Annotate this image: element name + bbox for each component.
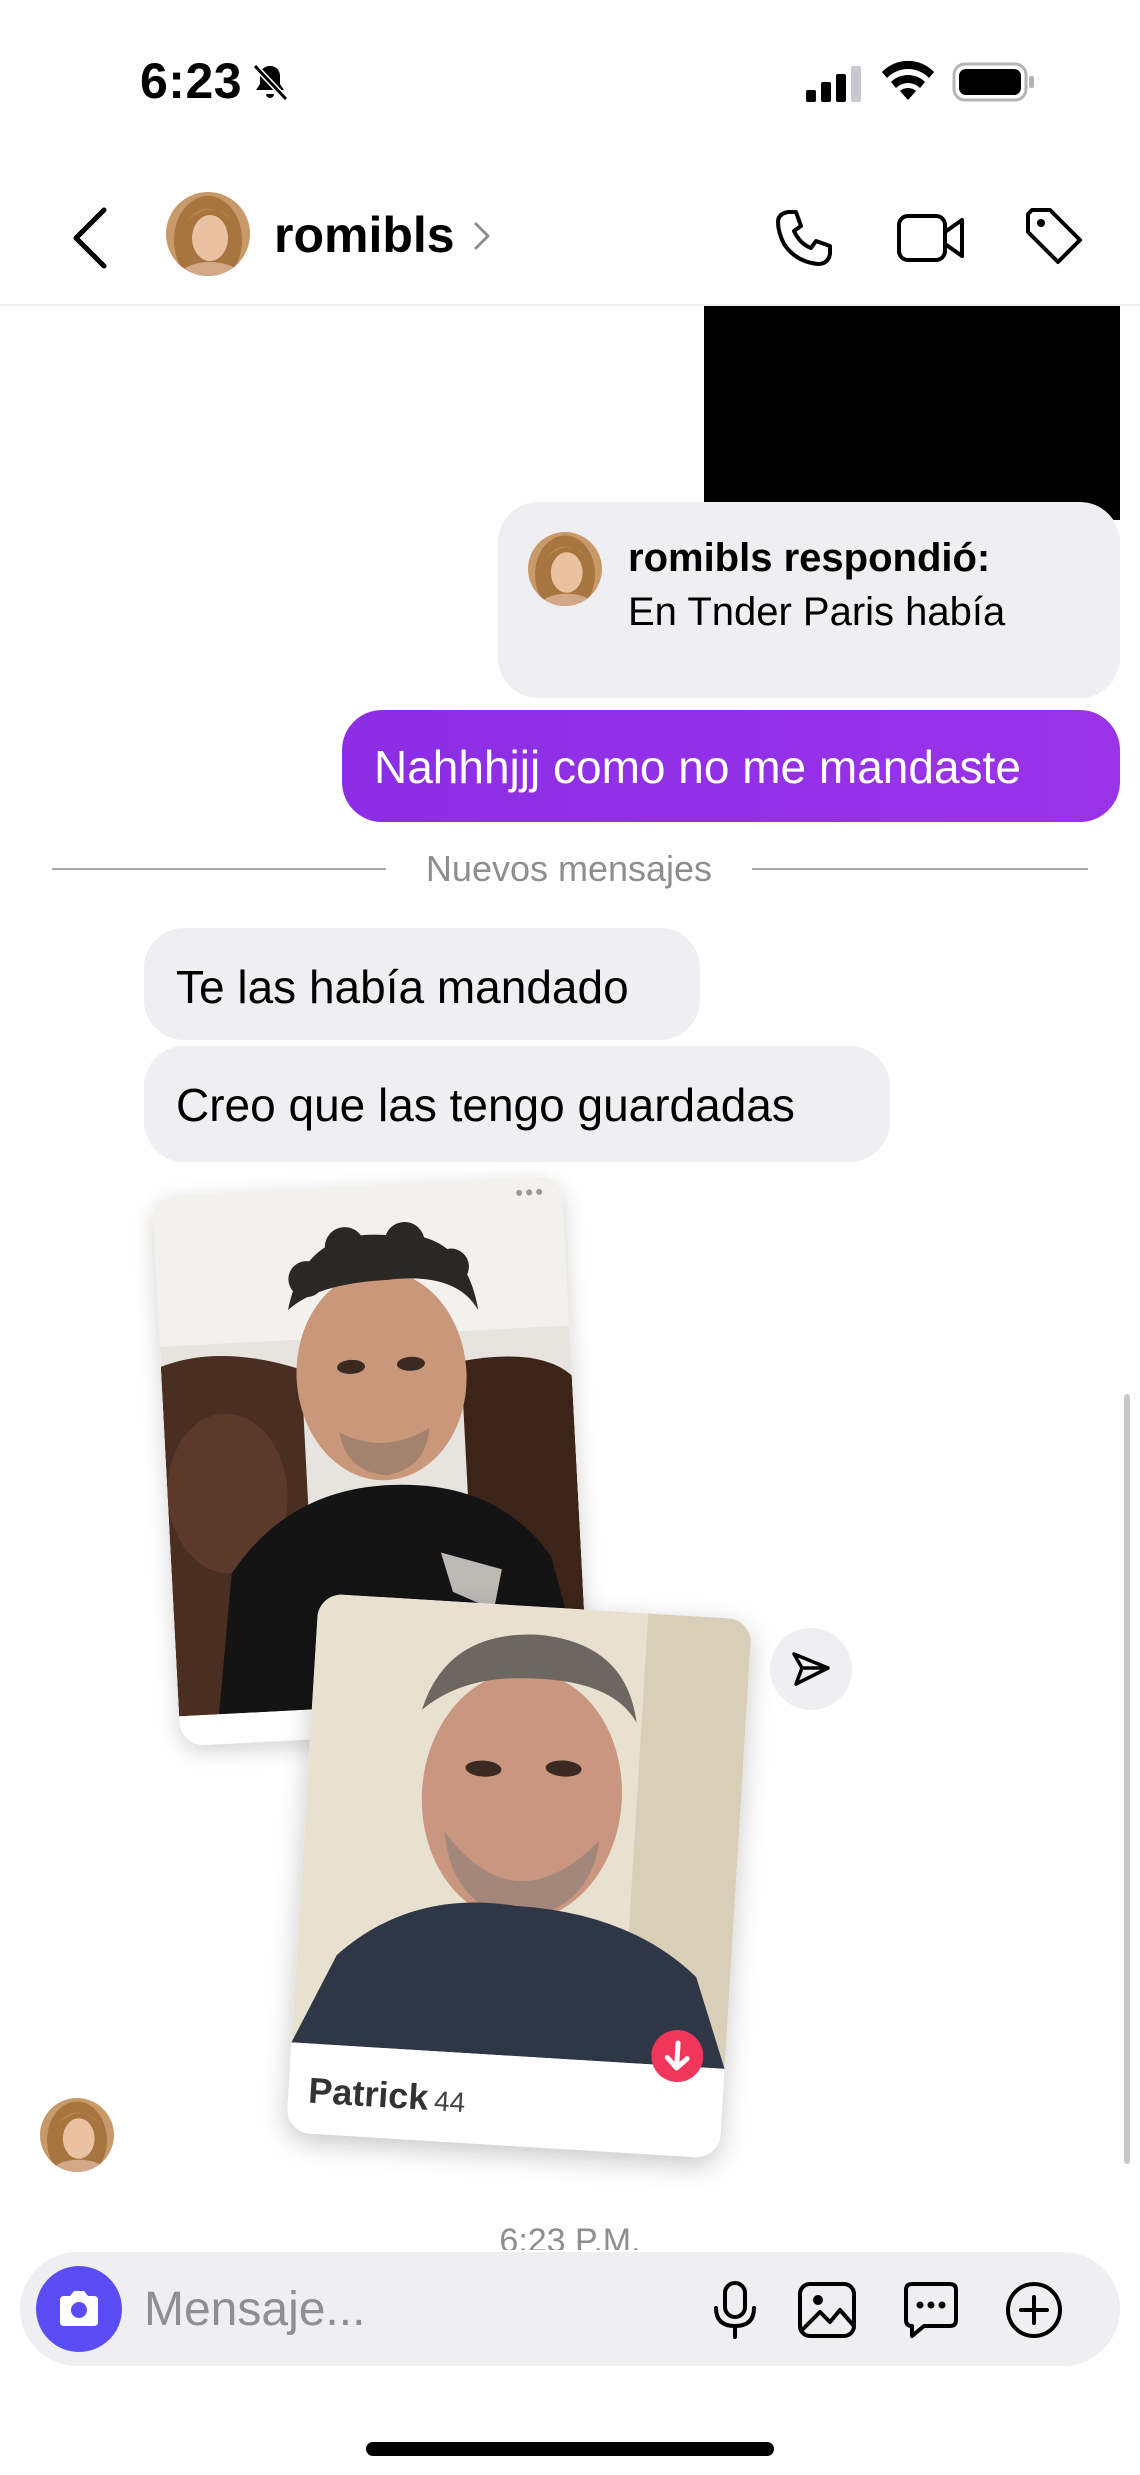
share-button[interactable] [770, 1628, 852, 1710]
reply-text: En Tnder Paris había [628, 590, 1006, 634]
download-badge-icon [649, 2028, 705, 2084]
gallery-icon[interactable] [796, 2280, 858, 2340]
profile-photo-card[interactable]: Patrick 44 [285, 1593, 753, 2159]
reply-title: romibls respondió: [628, 536, 991, 580]
more-dots-icon [516, 1188, 543, 1196]
video-icon[interactable] [896, 208, 966, 268]
message-input[interactable] [144, 2274, 684, 2344]
message-timestamp: 6:23 P.M. [499, 2222, 641, 2250]
shared-media-black[interactable] [704, 306, 1120, 520]
sent-message[interactable]: Nahhhjjj como no me mandaste [342, 710, 1120, 822]
home-indicator[interactable] [366, 2442, 774, 2456]
sticker-icon[interactable] [900, 2280, 962, 2340]
battery-icon [952, 62, 1034, 102]
profile-name: Patrick [307, 2069, 430, 2118]
bell-slash-icon [252, 63, 289, 102]
status-time: 6:23 [140, 53, 243, 109]
divider-line [752, 868, 1088, 870]
story-reply-bubble[interactable]: romibls respondió: En Tnder Paris había [498, 502, 1120, 698]
received-message-text: Te las había mandado [176, 961, 629, 1013]
profile-age: 44 [433, 2085, 467, 2119]
signal-icon [806, 66, 861, 102]
send-icon [792, 1652, 830, 1686]
received-message[interactable]: Te las había mandado [144, 928, 700, 1040]
camera-button[interactable] [36, 2266, 122, 2352]
plus-icon[interactable] [1004, 2280, 1064, 2340]
avatar[interactable] [166, 192, 250, 276]
mic-icon[interactable] [706, 2280, 764, 2340]
sent-message-text: Nahhhjjj como no me mandaste [374, 741, 1021, 793]
camera-icon [60, 2291, 98, 2326]
chat-header: romibls [0, 170, 1140, 306]
divider-line [52, 868, 386, 870]
profile-name-row: Patrick 44 [307, 2070, 467, 2122]
status-bar: 6:23 [0, 0, 1140, 150]
back-icon[interactable] [66, 204, 114, 272]
wifi-icon [882, 60, 934, 100]
received-message[interactable]: Creo que las tengo guardadas [144, 1046, 890, 1162]
received-message-text: Creo que las tengo guardadas [176, 1079, 795, 1131]
tag-icon[interactable] [1022, 204, 1086, 268]
profile-photo [291, 1593, 753, 2069]
chat-username[interactable]: romibls [274, 206, 455, 264]
phone-icon[interactable] [772, 206, 836, 270]
divider-label: Nuevos mensajes [425, 848, 713, 889]
chevron-right-icon[interactable] [468, 218, 496, 254]
reply-avatar [528, 532, 602, 606]
new-messages-divider: Nuevos mensajes [52, 844, 1088, 894]
scrollbar[interactable] [1124, 1394, 1130, 2164]
sender-avatar[interactable] [40, 2098, 114, 2172]
message-composer [20, 2252, 1120, 2366]
